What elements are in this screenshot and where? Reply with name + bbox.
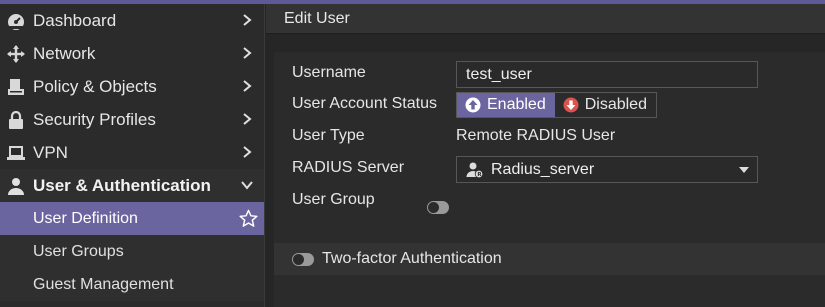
lock-icon <box>6 110 26 130</box>
user-icon <box>6 176 26 196</box>
sidebar-subitem-label: Guest Management <box>33 275 174 293</box>
radius-server-value: Radius_server <box>491 160 595 178</box>
sidebar-item-user-authentication[interactable]: User & Authentication <box>0 169 264 202</box>
sidebar-item-network[interactable]: Network <box>0 37 264 70</box>
sidebar-item-label: Dashboard <box>33 10 117 30</box>
sidebar-item-label: VPN <box>33 142 68 162</box>
sidebar-item-label: Security Profiles <box>33 109 156 129</box>
sidebar-item-label: User & Authentication <box>33 175 211 195</box>
page-header: Edit User <box>266 4 825 34</box>
sidebar-item-label: Network <box>33 43 96 63</box>
user-account-status-label: User Account Status <box>292 95 437 112</box>
sidebar-subitem-user-groups[interactable]: User Groups <box>0 235 264 268</box>
sidebar-item-policy-objects[interactable]: Policy & Objects <box>0 70 264 103</box>
dashboard-gauge-icon <box>6 11 26 31</box>
username-label: Username <box>292 64 366 81</box>
laptop-icon <box>6 143 26 163</box>
chevron-down-icon <box>241 181 253 190</box>
user-account-status-toggle: Enabled Disabled <box>456 92 657 118</box>
chevron-right-icon <box>243 113 252 125</box>
network-arrows-icon <box>6 44 26 64</box>
sidebar-item-security-profiles[interactable]: Security Profiles <box>0 103 264 136</box>
user-type-value: Remote RADIUS User <box>456 127 616 144</box>
chevron-right-icon <box>243 146 252 158</box>
sidebar-subitem-label: User Definition <box>33 209 138 227</box>
sidebar-subitem-user-definition[interactable]: User Definition <box>0 202 264 235</box>
two-factor-label: Two-factor Authentication <box>322 250 502 267</box>
sidebar: Dashboard Network Policy & Objects Secur… <box>0 4 265 307</box>
chevron-right-icon <box>243 14 252 26</box>
user-group-label: User Group <box>292 191 375 208</box>
form-footer-area <box>274 275 825 307</box>
status-enabled-label: Enabled <box>487 96 546 113</box>
sidebar-item-vpn[interactable]: VPN <box>0 136 264 169</box>
arrow-down-circle-icon <box>563 97 579 113</box>
username-input[interactable]: test_user <box>456 61 758 88</box>
arrow-up-circle-icon <box>465 97 481 113</box>
star-favorite-icon[interactable] <box>239 209 258 228</box>
page-title: Edit User <box>284 9 350 27</box>
main-content: Edit User Username test_user User Accoun… <box>266 4 825 307</box>
svg-text:R: R <box>477 172 482 178</box>
radius-server-select[interactable]: R Radius_server <box>456 156 758 183</box>
policy-objects-icon <box>6 77 26 97</box>
user-type-label: User Type <box>292 127 365 144</box>
two-factor-authentication-section: Two-factor Authentication <box>274 243 825 275</box>
chevron-right-icon <box>243 80 252 92</box>
status-enabled-button[interactable]: Enabled <box>457 93 555 117</box>
chevron-right-icon <box>243 47 252 59</box>
sidebar-subitem-guest-management[interactable]: Guest Management <box>0 268 264 301</box>
radius-user-icon: R <box>466 161 484 179</box>
sidebar-item-label: Policy & Objects <box>33 76 157 96</box>
sidebar-item-dashboard[interactable]: Dashboard <box>0 4 264 37</box>
dropdown-caret-icon <box>739 167 749 173</box>
edit-user-form: Username test_user User Account Status E… <box>274 52 825 243</box>
radius-server-label: RADIUS Server <box>292 159 405 176</box>
user-group-toggle[interactable] <box>427 201 449 214</box>
sidebar-subitem-label: User Groups <box>33 242 124 260</box>
status-disabled-button[interactable]: Disabled <box>554 93 656 117</box>
two-factor-toggle[interactable] <box>292 252 314 266</box>
status-disabled-label: Disabled <box>584 96 647 113</box>
